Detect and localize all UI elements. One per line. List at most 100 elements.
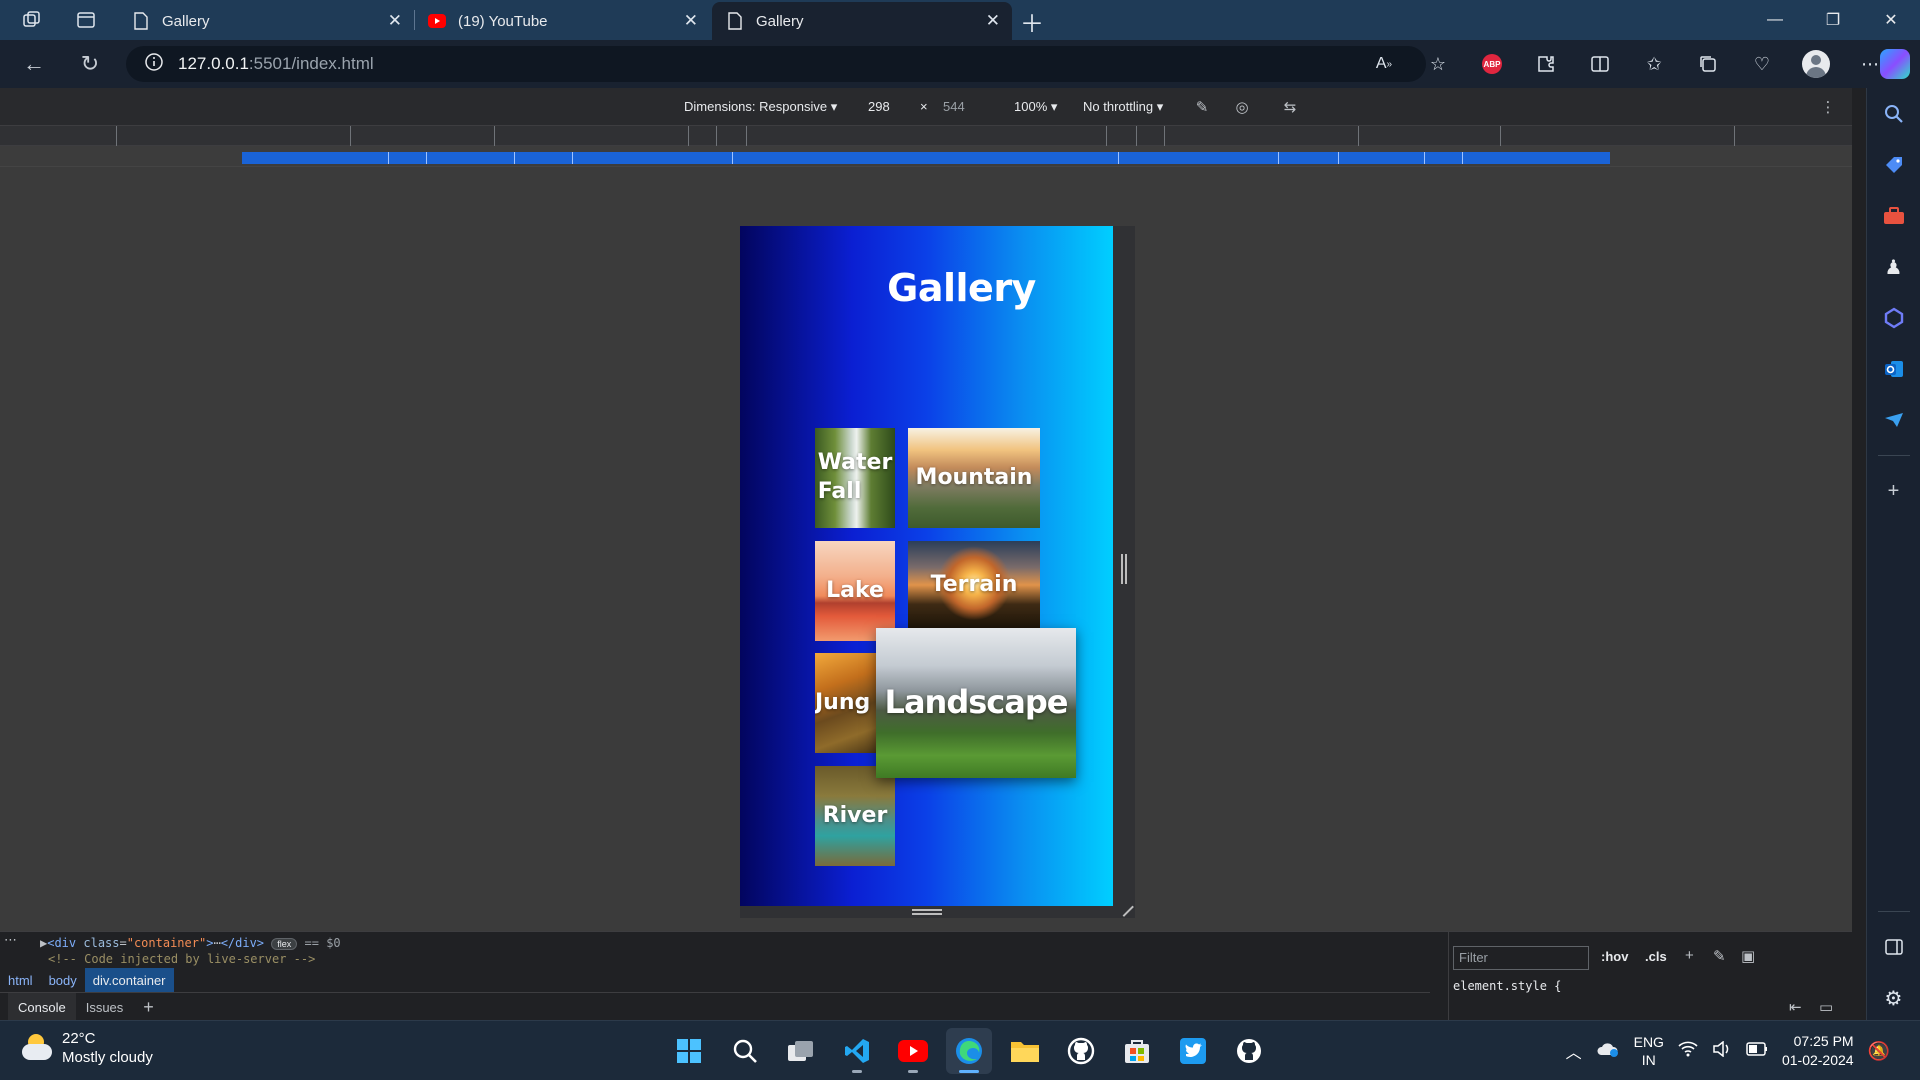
media-query-bar[interactable] bbox=[242, 152, 1610, 164]
height-input[interactable]: 544 bbox=[943, 99, 965, 114]
url-field[interactable]: 127.0.0.1:5501/index.html bbox=[126, 46, 1426, 82]
tab-console[interactable]: Console bbox=[8, 992, 76, 1022]
dimensions-dropdown[interactable]: Dimensions: Responsive ▾ bbox=[684, 99, 837, 115]
onedrive-icon[interactable] bbox=[1596, 1040, 1620, 1063]
restore-icon[interactable]: ❐ bbox=[1804, 0, 1862, 40]
new-tab-button[interactable]: ＋ bbox=[1020, 4, 1044, 39]
dock-icon[interactable]: ⇤ bbox=[1789, 998, 1802, 1016]
drop-icon[interactable] bbox=[1879, 404, 1909, 436]
tab-gallery-1[interactable]: Gallery ✕ bbox=[118, 2, 414, 40]
search-icon[interactable] bbox=[722, 1028, 768, 1074]
clock[interactable]: 07:25 PM 01-02-2024 bbox=[1782, 1032, 1854, 1070]
gallery-card-terrain[interactable]: Terrain bbox=[908, 541, 1040, 629]
resize-handle-right[interactable] bbox=[1121, 554, 1127, 584]
workspaces-icon[interactable] bbox=[14, 2, 50, 38]
weather-widget[interactable]: 22°C Mostly cloudy bbox=[20, 1029, 153, 1067]
drawer-toggle-icon[interactable]: ▭ bbox=[1819, 998, 1833, 1016]
battery-icon[interactable] bbox=[1746, 1041, 1768, 1061]
dimension-separator: × bbox=[920, 99, 928, 114]
element-state-icon[interactable]: ✎ bbox=[1713, 947, 1726, 965]
copilot-icon[interactable] bbox=[1880, 49, 1910, 79]
microsoft-365-icon[interactable] bbox=[1879, 302, 1909, 334]
more-options-icon[interactable]: ⋮ bbox=[1816, 95, 1840, 119]
outlook-icon[interactable] bbox=[1879, 353, 1909, 385]
tab-issues[interactable]: Issues bbox=[76, 993, 134, 1022]
close-icon[interactable]: ✕ bbox=[684, 11, 698, 31]
info-icon[interactable] bbox=[144, 52, 164, 77]
wifi-icon[interactable] bbox=[1678, 1041, 1698, 1062]
hov-button[interactable]: :hov bbox=[1601, 949, 1628, 964]
devtools-panel: ⋯ ▶<div class="container">⋯</div> flex =… bbox=[0, 931, 1852, 1022]
weather-condition: Mostly cloudy bbox=[62, 1049, 153, 1066]
vscode-icon[interactable] bbox=[834, 1028, 880, 1074]
games-icon[interactable]: ♟ bbox=[1879, 251, 1909, 283]
resize-handle-bottom[interactable] bbox=[912, 909, 942, 915]
favorite-star-icon[interactable]: ☆ bbox=[1418, 46, 1458, 82]
split-screen-icon[interactable] bbox=[1580, 46, 1620, 82]
youtube-app-icon[interactable] bbox=[890, 1028, 936, 1074]
dom-node-menu-icon[interactable]: ⋯ bbox=[4, 932, 17, 948]
twitter-icon[interactable] bbox=[1170, 1028, 1216, 1074]
adblock-icon[interactable]: ABP bbox=[1472, 46, 1512, 82]
styles-filter-input[interactable]: Filter bbox=[1453, 946, 1589, 970]
width-input[interactable]: 298 bbox=[868, 99, 890, 114]
new-style-rule-icon[interactable]: + bbox=[1685, 947, 1694, 964]
rotate-icon[interactable]: ⇆ bbox=[1278, 95, 1302, 119]
eyedropper-icon[interactable]: ✎ bbox=[1190, 95, 1214, 119]
task-view-icon[interactable] bbox=[778, 1028, 824, 1074]
collections-icon[interactable] bbox=[1688, 46, 1728, 82]
browser-essentials-icon[interactable]: ♡ bbox=[1742, 46, 1782, 82]
file-explorer-icon[interactable] bbox=[1002, 1028, 1048, 1074]
flex-badge[interactable]: flex bbox=[271, 938, 298, 950]
tab-actions-menu-icon[interactable] bbox=[68, 2, 104, 38]
dom-node-container[interactable]: ▶<div class="container">⋯</div> flex == … bbox=[40, 936, 341, 950]
notifications-icon[interactable]: 🔕 bbox=[1868, 1041, 1890, 1062]
throttling-dropdown[interactable]: No throttling ▾ bbox=[1083, 99, 1163, 115]
vision-deficiency-icon[interactable]: ◎ bbox=[1230, 95, 1254, 119]
gallery-card-river[interactable]: River bbox=[815, 766, 895, 866]
breadcrumb-html[interactable]: html bbox=[0, 968, 41, 992]
minimize-icon[interactable]: — bbox=[1746, 0, 1804, 40]
tab-gallery-active[interactable]: Gallery ✕ bbox=[712, 2, 1012, 40]
breadcrumb-body[interactable]: body bbox=[41, 968, 85, 992]
search-icon[interactable] bbox=[1879, 98, 1909, 130]
favorites-icon[interactable]: ✩ bbox=[1634, 46, 1674, 82]
microsoft-store-icon[interactable] bbox=[1114, 1028, 1160, 1074]
media-query-ruler bbox=[0, 126, 1852, 146]
add-tab-icon[interactable]: + bbox=[133, 993, 164, 1022]
back-icon[interactable]: ← bbox=[16, 46, 52, 82]
profile-avatar[interactable] bbox=[1796, 46, 1836, 82]
edge-sidebar: ♟ + ⚙ bbox=[1866, 88, 1920, 1020]
github-icon[interactable] bbox=[1058, 1028, 1104, 1074]
edge-browser-icon[interactable] bbox=[946, 1028, 992, 1074]
computed-sidebar-icon[interactable]: ▣ bbox=[1741, 947, 1755, 965]
zoom-dropdown[interactable]: 100% ▾ bbox=[1014, 99, 1057, 115]
hide-sidebar-icon[interactable] bbox=[1879, 931, 1909, 963]
reload-icon[interactable]: ↻ bbox=[72, 46, 108, 82]
system-tray: ︿ ENG IN 07:25 PM 01-02-2024 🔕 bbox=[1566, 1029, 1890, 1073]
chevron-up-icon[interactable]: ︿ bbox=[1566, 1039, 1582, 1063]
gallery-card-waterfall[interactable]: Water Fall bbox=[815, 428, 895, 528]
gallery-card-mountain[interactable]: Mountain bbox=[908, 428, 1040, 528]
close-window-icon[interactable]: ✕ bbox=[1862, 0, 1920, 40]
breadcrumb-div-container[interactable]: div.container bbox=[84, 968, 174, 992]
resize-handle-corner[interactable] bbox=[1114, 897, 1134, 917]
windows-taskbar: 22°C Mostly cloudy ︿ ENG IN 07:25 PM 01-… bbox=[0, 1020, 1920, 1080]
cls-button[interactable]: .cls bbox=[1645, 949, 1667, 964]
close-icon[interactable]: ✕ bbox=[388, 11, 402, 31]
extensions-icon[interactable] bbox=[1526, 46, 1566, 82]
gallery-card-lake[interactable]: Lake bbox=[815, 541, 895, 641]
settings-gear-icon[interactable]: ⚙ bbox=[1879, 982, 1909, 1014]
volume-icon[interactable] bbox=[1712, 1039, 1732, 1062]
start-windows-icon[interactable] bbox=[666, 1028, 712, 1074]
tools-icon[interactable] bbox=[1879, 200, 1909, 232]
add-icon[interactable]: + bbox=[1879, 475, 1909, 507]
close-icon[interactable]: ✕ bbox=[986, 11, 1000, 31]
tab-title: Gallery bbox=[162, 12, 210, 30]
shopping-tag-icon[interactable] bbox=[1879, 149, 1909, 181]
read-aloud-icon[interactable]: A» bbox=[1364, 46, 1404, 82]
language-indicator[interactable]: ENG IN bbox=[1634, 1033, 1664, 1069]
github-desktop-icon[interactable] bbox=[1226, 1028, 1272, 1074]
tab-youtube[interactable]: (19) YouTube ✕ bbox=[414, 2, 710, 40]
gallery-card-landscape[interactable]: Landscape bbox=[876, 628, 1076, 778]
